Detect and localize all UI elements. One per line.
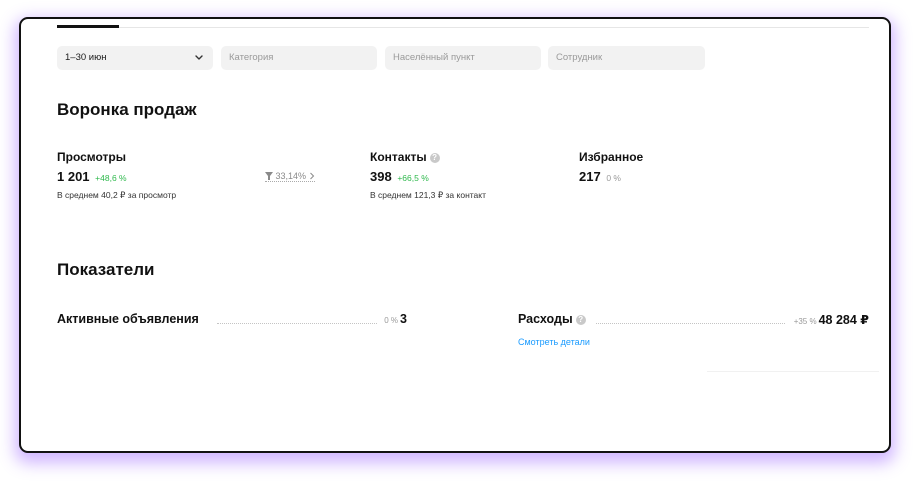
active-tab-indicator [57,25,119,28]
category-filter[interactable]: Категория [221,46,377,70]
employee-placeholder: Сотрудник [556,52,603,63]
favorites-value-block: 217 0 % [579,169,621,184]
tab-divider [57,27,869,28]
expenses-value: 48 284 ₽ [818,313,869,327]
active-ads-value-block: 0 % 3 [384,312,407,326]
date-range-select[interactable]: 1–30 июн [57,46,213,70]
help-icon[interactable]: ? [429,153,440,163]
chevron-right-icon [309,172,314,180]
help-icon[interactable]: ? [575,315,586,325]
expenses-label-block: Расходы? [518,312,586,326]
funnel-icon [265,172,273,180]
leader-dots [596,323,785,324]
leader-dots [217,323,377,324]
dashboard-window: 1–30 июн Категория Населённый пункт Сотр… [19,17,891,453]
favorites-delta: 0 % [606,173,621,183]
active-ads-label: Активные объявления [57,312,199,326]
date-range-value: 1–30 июн [65,52,107,63]
expenses-label: Расходы [518,312,573,326]
views-label: Просмотры [57,150,127,164]
views-average: В среднем 40,2 ₽ за просмотр [57,190,177,200]
contacts-value: 398 [370,169,392,184]
location-filter[interactable]: Населённый пункт [385,46,541,70]
contacts-average: В среднем 121,3 ₽ за контакт [370,190,486,200]
employee-filter[interactable]: Сотрудник [548,46,705,70]
views-value: 1 201 [57,169,90,184]
funnel-title: Воронка продаж [57,100,197,119]
conversion-rate-button[interactable]: 33,14% [265,171,315,182]
views-delta: +48,6 % [95,173,127,183]
active-ads-row: Активные объявления 0 % 3 [57,312,407,330]
views-value-block: 1 201 +48,6 % [57,169,127,184]
favorites-value: 217 [579,169,601,184]
expenses-value-block: +35 % 48 284 ₽ [794,312,869,327]
indicators-title: Показатели [57,260,155,279]
active-ads-value: 3 [400,312,407,326]
active-ads-change: 0 % [384,316,399,325]
contacts-value-block: 398 +66,5 % [370,169,429,184]
divider [707,371,879,372]
conversion-rate-value: 33,14% [275,171,307,181]
location-placeholder: Населённый пункт [393,52,475,63]
expenses-details-link[interactable]: Смотреть детали [518,337,590,347]
expenses-row: Расходы? +35 % 48 284 ₽ [518,312,869,330]
category-placeholder: Категория [229,52,274,63]
chevron-down-icon [193,46,205,70]
favorites-label: Избранное [579,150,644,164]
contacts-delta: +66,5 % [397,173,429,183]
expenses-change: +35 % [793,317,817,326]
contacts-label-block: Контакты? [370,150,440,164]
contacts-label: Контакты [370,150,427,164]
